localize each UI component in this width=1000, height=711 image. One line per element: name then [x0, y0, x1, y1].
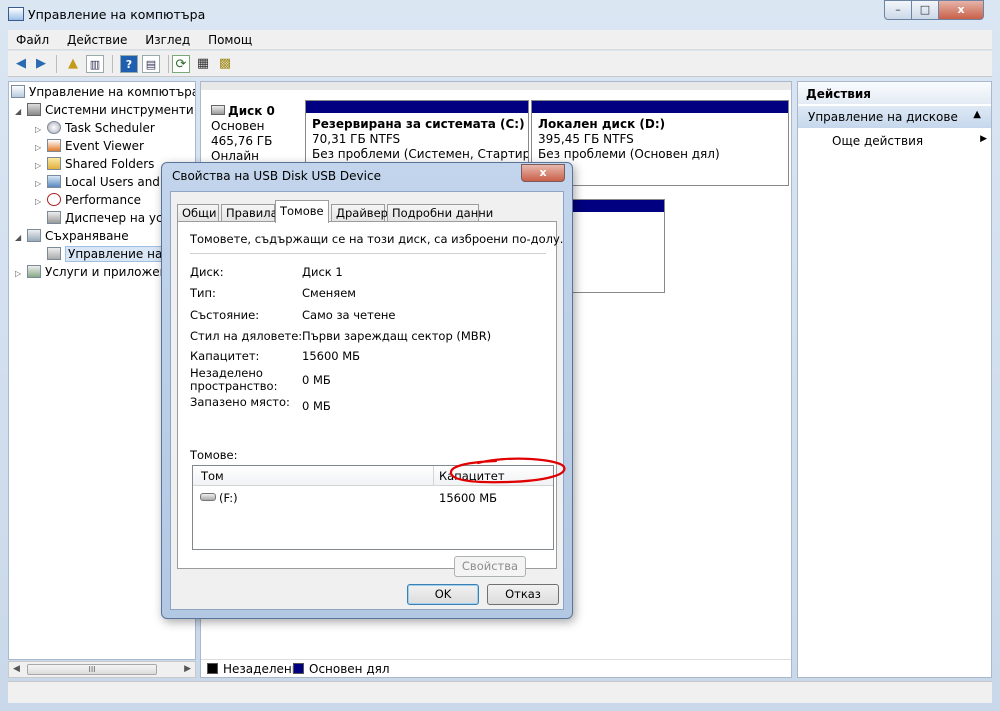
disk-icon — [211, 105, 225, 115]
legend-swatch-primary — [293, 663, 304, 674]
show-hide-tree-icon[interactable]: ▥ — [86, 55, 104, 73]
prop-disk-value: Диск 1 — [302, 265, 343, 279]
legend-swatch-unallocated — [207, 663, 218, 674]
tools-icon — [27, 103, 41, 116]
storage-icon — [27, 229, 41, 242]
prop-capacity-value: 15600 МБ — [302, 349, 361, 363]
performance-icon — [47, 193, 61, 206]
refresh-icon[interactable]: ⟳ — [172, 55, 190, 73]
drive-icon — [200, 493, 216, 501]
export-icon[interactable]: ▩ — [216, 55, 234, 73]
scroll-left-icon[interactable]: ◀ — [13, 664, 20, 674]
volumes-list-header: Том Капацитет — [193, 466, 553, 486]
list-item[interactable]: (F:) 15600 МБ — [193, 490, 553, 506]
prop-status-label: Състояние: — [190, 308, 260, 322]
close-button[interactable]: x — [938, 0, 984, 20]
prop-type-value: Сменяем — [302, 286, 356, 300]
prop-disk-label: Диск: — [190, 265, 224, 279]
forward-arrow-icon[interactable]: ▶ — [32, 55, 50, 73]
tab-general[interactable]: Общи — [177, 204, 219, 222]
menu-help[interactable]: Помощ — [200, 30, 258, 47]
scroll-right-icon[interactable]: ▶ — [184, 664, 191, 674]
tree-horizontal-scrollbar[interactable]: ◀ III ▶ — [8, 661, 196, 678]
help-icon[interactable]: ? — [120, 55, 138, 73]
tree-services-apps[interactable]: ▷ Услуги и приложен — [15, 263, 168, 281]
tree-storage[interactable]: ◢ Съхраняване — [15, 227, 129, 245]
users-icon — [47, 175, 61, 188]
prop-partition-style-value: Първи зареждащ сектор (MBR) — [302, 329, 492, 343]
services-icon — [27, 265, 41, 278]
tree-system-tools[interactable]: ◢ Системни инструменти — [15, 101, 194, 119]
tab-volumes[interactable]: Томове — [275, 200, 329, 223]
computer-icon — [11, 85, 25, 98]
column-capacity[interactable]: Капацитет — [439, 469, 505, 483]
clock-icon — [47, 121, 61, 134]
dialog-close-button[interactable]: x — [521, 164, 565, 182]
volumes-label: Томове: — [190, 448, 238, 462]
device-manager-icon — [47, 211, 61, 224]
dialog-title: Свойства на USB Disk USB Device — [172, 169, 381, 183]
actions-pane: Действия Управление на дискове ▲ Още дей… — [797, 81, 992, 678]
tree-device-manager[interactable]: Диспечер на уст — [47, 209, 170, 227]
tab-policies[interactable]: Правила — [221, 204, 278, 222]
prop-reserved-label: Запазено място: — [190, 395, 290, 409]
volumes-intro-text: Томовете, съдържащи се на този диск, са … — [190, 232, 564, 246]
ok-button[interactable]: OK — [407, 584, 479, 605]
volumes-tab-panel: Томовете, съдържащи се на този диск, са … — [177, 221, 563, 577]
tree-performance[interactable]: ▷ Performance — [35, 191, 141, 209]
event-log-icon — [47, 139, 61, 152]
tab-details[interactable]: Подробни данни — [387, 204, 493, 222]
tree-shared-folders[interactable]: ▷ Shared Folders — [35, 155, 154, 173]
menu-action[interactable]: Действие — [59, 30, 133, 47]
usb-properties-dialog: Свойства на USB Disk USB Device x Общи П… — [161, 162, 573, 619]
dialog-body: Общи Правила Томове Драйвер Подробни дан… — [170, 191, 564, 610]
properties-icon[interactable]: ▦ — [194, 55, 212, 73]
toolbar: ◀ ▶ ▲ ▥ ? ▤ ⟳ ▦ ▩ — [8, 51, 992, 77]
tree-local-users[interactable]: ▷ Local Users and G — [35, 173, 173, 191]
maximize-button[interactable]: □ — [911, 0, 939, 20]
actions-group-disk-management[interactable]: Управление на дискове ▲ — [798, 106, 991, 128]
minimize-button[interactable]: – — [884, 0, 912, 20]
status-bar — [8, 681, 992, 703]
collapse-up-icon[interactable]: ▲ — [973, 109, 981, 120]
disk1-partition[interactable] — [569, 199, 665, 293]
collapse-arrow-icon[interactable]: ◢ — [15, 103, 27, 121]
prop-capacity-label: Капацитет: — [190, 349, 260, 363]
tab-driver[interactable]: Драйвер — [331, 204, 388, 222]
back-arrow-icon[interactable]: ◀ — [12, 55, 30, 73]
tree-task-scheduler[interactable]: ▷ Task Scheduler — [35, 119, 155, 137]
menu-file[interactable]: Файл — [8, 30, 55, 47]
disk0-label[interactable]: Диск 0 Основен 465,76 ГБ Онлайн — [211, 104, 275, 164]
tree-disk-management[interactable]: Управление на д — [35, 245, 178, 263]
computer-management-icon — [8, 7, 24, 21]
show-hide-action-pane-icon[interactable]: ▤ — [142, 55, 160, 73]
prop-status-value: Само за четене — [302, 308, 396, 322]
scroll-thumb[interactable]: III — [27, 664, 157, 675]
menu-bar: Файл Действие Изглед Помощ — [8, 30, 992, 50]
volume-properties-button[interactable]: Свойства — [454, 556, 526, 577]
column-volume[interactable]: Том — [201, 469, 224, 483]
disk-icon — [47, 247, 61, 260]
actions-header: Действия — [798, 82, 991, 104]
prop-unallocated-value: 0 МБ — [302, 373, 331, 387]
prop-partition-style-label: Стил на дяловете: — [190, 329, 303, 343]
collapse-arrow-icon[interactable]: ◢ — [15, 229, 27, 247]
cancel-button[interactable]: Отказ — [487, 584, 559, 605]
prop-reserved-value: 0 МБ — [302, 399, 331, 413]
prop-type-label: Тип: — [190, 286, 216, 300]
submenu-arrow-icon: ▶ — [980, 134, 987, 144]
tree-root[interactable]: Управление на компютъра (л — [11, 83, 195, 101]
title-bar: Управление на компютъра – □ x — [0, 0, 1000, 30]
prop-unallocated-label: Незаделено пространство: — [190, 366, 278, 393]
menu-view[interactable]: Изглед — [137, 30, 196, 47]
tree-event-viewer[interactable]: ▷ Event Viewer — [35, 137, 144, 155]
shared-folder-icon — [47, 157, 61, 170]
expand-arrow-icon[interactable]: ▷ — [15, 265, 27, 283]
more-actions[interactable]: Още действия ▶ — [832, 134, 987, 148]
window-title: Управление на компютъра — [28, 7, 206, 22]
volumes-list[interactable]: Том Капацитет (F:) 15600 МБ — [192, 465, 554, 550]
legend: Незаделени Основен дял — [201, 659, 791, 677]
up-folder-icon[interactable]: ▲ — [64, 55, 82, 73]
expand-arrow-icon[interactable]: ▷ — [35, 193, 47, 211]
